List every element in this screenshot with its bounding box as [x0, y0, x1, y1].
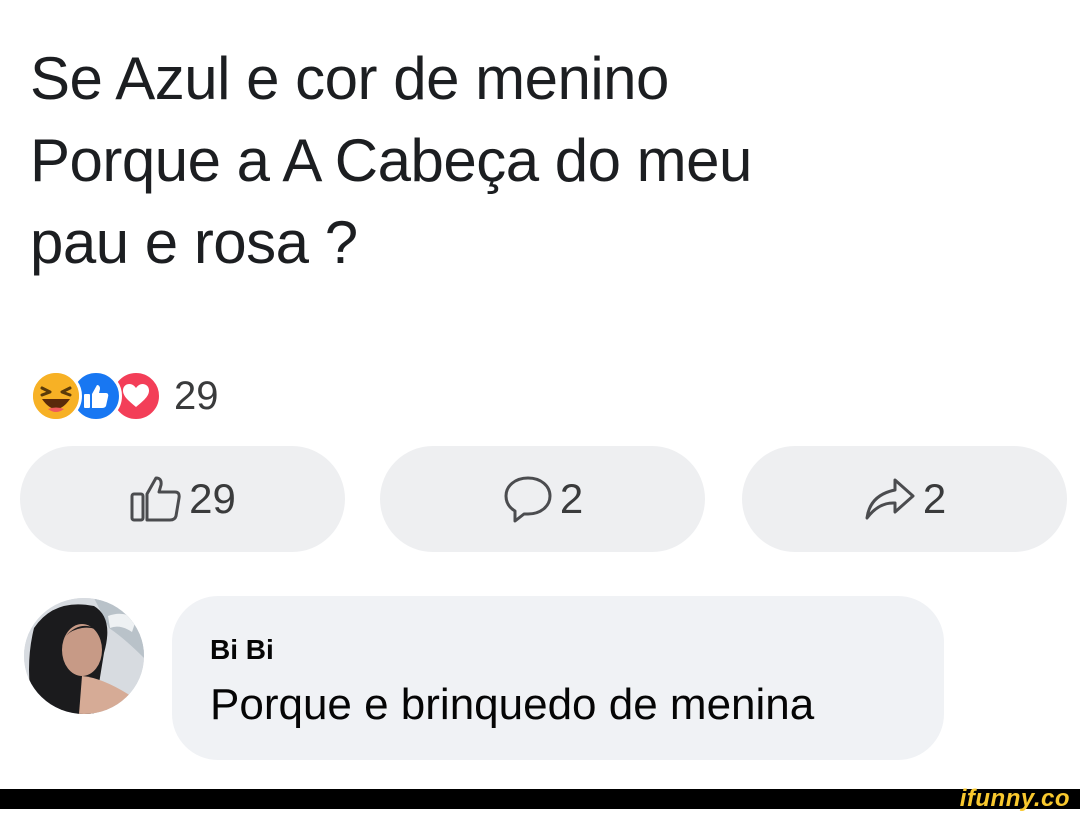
comment-count: 2: [559, 475, 584, 522]
comment-author[interactable]: Bi Bi: [210, 634, 274, 666]
like-count: 29: [189, 475, 236, 522]
comment-text: Porque e brinquedo de menina: [210, 680, 815, 729]
haha-icon: [30, 370, 82, 422]
like-button[interactable]: 29: [20, 446, 345, 552]
reaction-count: 29: [174, 373, 219, 418]
watermark-bar: ifunny.co: [0, 785, 1080, 812]
comment-bubble[interactable]: Bi Bi Porque e brinquedo de menina: [172, 596, 944, 760]
reactions-summary[interactable]: 29: [30, 366, 219, 426]
post-text: Se Azul e cor de menino Porque a A Cabeç…: [30, 45, 752, 276]
share-button[interactable]: 2: [742, 446, 1067, 552]
share-icon: [865, 478, 915, 520]
share-count: 2: [922, 475, 947, 522]
thumbs-up-icon: [130, 476, 181, 522]
comment-icon: [504, 476, 552, 523]
comment-button[interactable]: 2: [380, 446, 705, 552]
avatar[interactable]: [24, 598, 144, 714]
